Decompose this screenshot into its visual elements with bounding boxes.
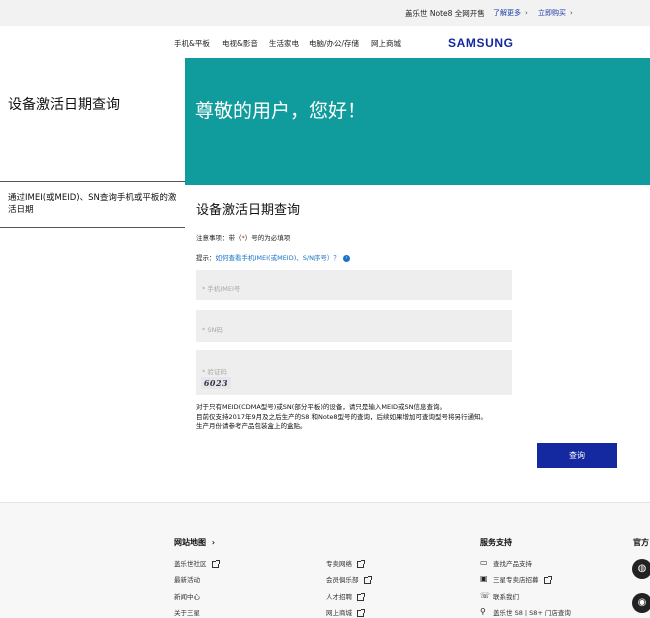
support-heading: 服务支持 xyxy=(480,538,512,547)
footer-link-stores[interactable]: 专卖网络 xyxy=(326,558,365,568)
nav-item-appliances[interactable]: 生活家电 xyxy=(269,38,299,49)
info-text: 对于只有MEID(CDMA型号)或SN(部分平板)的设备，请只是输入MEID或S… xyxy=(196,403,488,430)
nav-item-tv-audio[interactable]: 电视&影音 xyxy=(222,38,258,49)
page-title: 设备激活日期查询 xyxy=(8,97,120,113)
chevron-right-icon: › xyxy=(570,9,573,17)
footer-link-careers[interactable]: 人才招聘 xyxy=(326,591,365,601)
sitemap-heading[interactable]: 网站地图 › xyxy=(174,537,215,548)
hint: 提示：如何查看手机IMEI(或MEID)、S/N序号）？ › xyxy=(196,252,350,262)
official-heading: 官方 xyxy=(633,538,649,547)
sn-placeholder: * SN码 xyxy=(202,326,223,334)
external-link-icon xyxy=(363,575,372,584)
phone-icon: ☏ xyxy=(480,591,491,600)
learn-more-link[interactable]: 了解更多 › xyxy=(493,8,528,18)
promo-bar: 盖乐世 Note8 全网开售 了解更多 › 立即购买 › xyxy=(0,0,650,26)
support-link-product[interactable]: 查找产品支持 xyxy=(493,558,532,568)
captcha-field[interactable]: * 验证码 6023 xyxy=(196,350,512,395)
query-button[interactable]: 查询 xyxy=(537,443,617,468)
form-title: 设备激活日期查询 xyxy=(196,203,301,218)
hero-banner: 尊敬的用户，您好！ xyxy=(185,58,650,185)
sn-field[interactable]: * SN码 xyxy=(196,310,512,342)
footer-link-community[interactable]: 盖乐世社区 xyxy=(174,558,220,568)
external-link-icon xyxy=(543,575,552,584)
arrow-right-circle-icon[interactable]: › xyxy=(342,254,350,262)
footer: 网站地图 › 盖乐世社区 最新活动 新闻中心 关于三星 专卖网络 会员俱乐部 人… xyxy=(0,502,650,618)
location-pin-icon: ⚲ xyxy=(480,607,486,616)
support-link-store-finder[interactable]: 盖乐世 S8 | S8+ 门店查询 xyxy=(493,607,571,617)
support-link-contact[interactable]: 联系我们 xyxy=(493,591,519,601)
footer-link-about[interactable]: 关于三星 xyxy=(174,607,200,617)
wechat-icon[interactable]: ◍ xyxy=(632,559,650,579)
store-icon: ▣ xyxy=(480,574,488,583)
page-subtitle: 通过IMEI(或MEID)、SN查询手机或平板的激活日期 xyxy=(0,182,185,228)
external-link-icon xyxy=(357,608,365,617)
samsung-logo[interactable]: SAMSUNG xyxy=(448,36,514,50)
footer-link-shop[interactable]: 网上商城 xyxy=(326,607,365,617)
nav-item-online-store[interactable]: 网上商城 xyxy=(371,38,401,49)
buy-now-link[interactable]: 立即购买 › xyxy=(538,8,573,18)
external-link-icon xyxy=(357,559,365,568)
external-link-icon xyxy=(357,592,365,601)
captcha-placeholder: * 验证码 xyxy=(202,368,227,376)
imei-placeholder: * 手机IMEI号 xyxy=(202,285,241,293)
imei-help-link[interactable]: 如何查看手机IMEI(或MEID)、S/N序号）？ xyxy=(216,254,340,262)
page-header-left: 设备激活日期查询 xyxy=(0,58,185,185)
footer-link-events[interactable]: 最新活动 xyxy=(174,574,200,584)
nav-item-phones-tablets[interactable]: 手机&平板 xyxy=(174,38,210,49)
promo-text: 盖乐世 Note8 全网开售 xyxy=(405,9,485,18)
hero-greeting: 尊敬的用户，您好！ xyxy=(195,100,367,122)
main-nav: 手机&平板 电视&影音 生活家电 电脑/办公/存储 网上商城 SAMSUNG xyxy=(0,26,650,58)
footer-link-news[interactable]: 新闻中心 xyxy=(174,591,200,601)
captcha-image[interactable]: 6023 xyxy=(201,377,231,389)
nav-item-computers[interactable]: 电脑/办公/存储 xyxy=(309,38,359,49)
weibo-icon[interactable]: ◉ xyxy=(632,593,650,613)
chevron-right-icon: › xyxy=(525,9,528,17)
monitor-icon: ▭ xyxy=(480,558,488,567)
support-link-recruit[interactable]: 三星专卖店招募 xyxy=(493,574,552,584)
footer-link-club[interactable]: 会员俱乐部 xyxy=(326,574,372,584)
chevron-right-icon: › xyxy=(211,538,216,547)
imei-field[interactable]: * 手机IMEI号 xyxy=(196,270,512,300)
required-note: 注意事项：带（*）号的为必填项 xyxy=(196,234,291,242)
external-link-icon xyxy=(211,559,220,568)
